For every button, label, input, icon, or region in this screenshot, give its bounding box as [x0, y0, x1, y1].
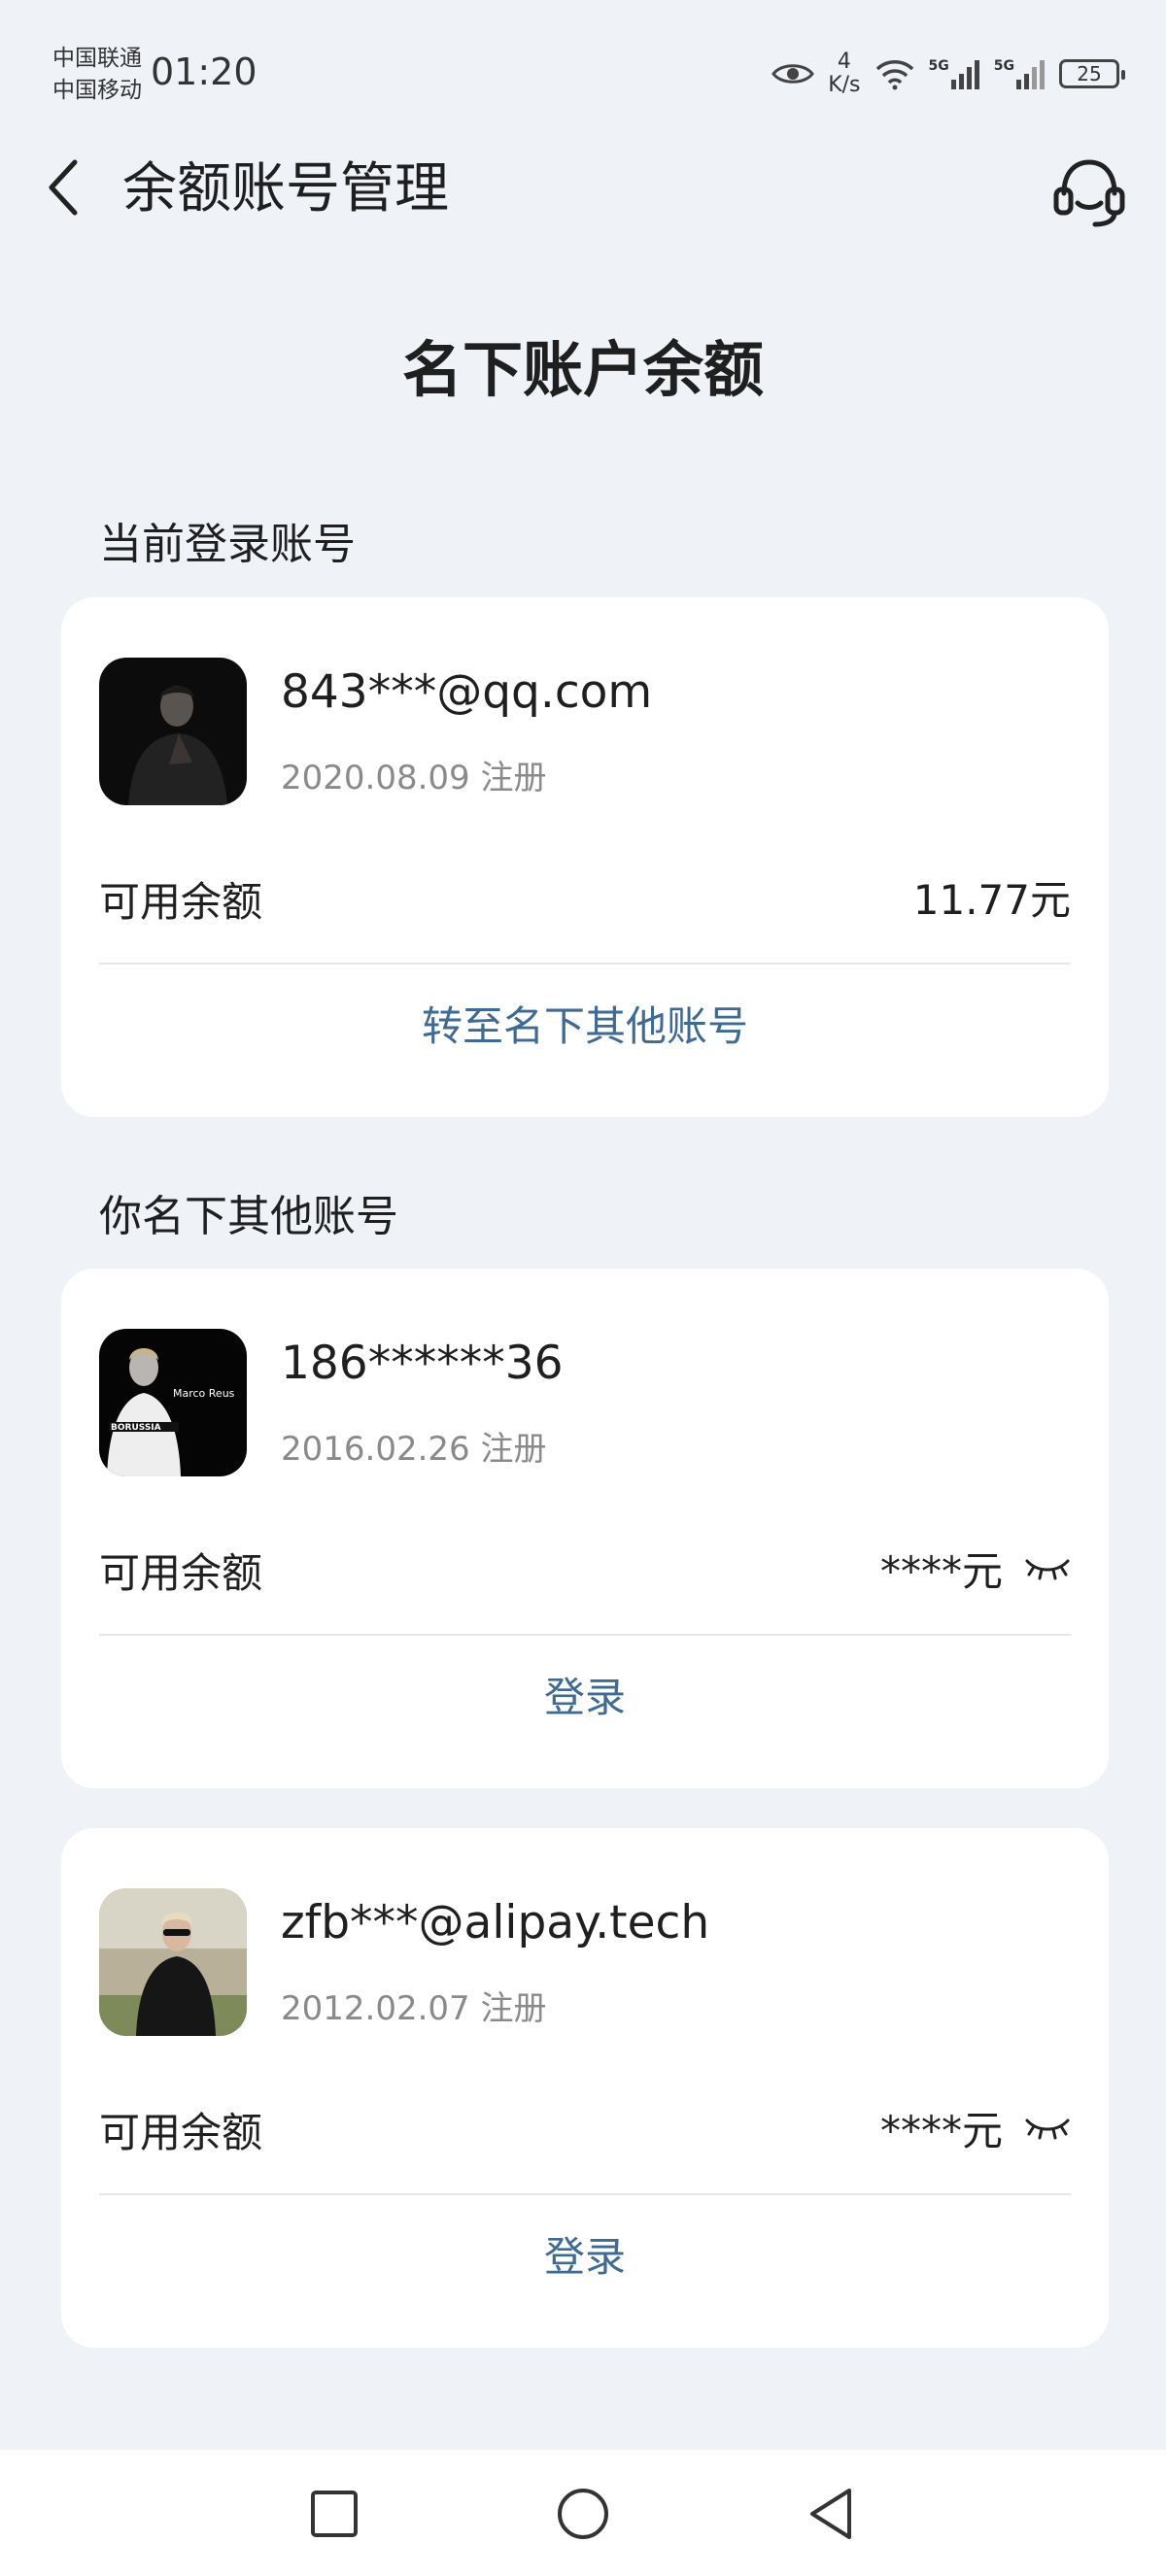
triangle-back-icon [810, 2489, 851, 2539]
status-bar: 中国联通 中国移动 01:20 4 K/s 5G 5G 25 [0, 0, 1166, 126]
circle-icon [558, 2489, 608, 2539]
battery-icon: 25 [1059, 59, 1125, 88]
balance-value-group: ****元 [880, 2098, 1071, 2157]
transfer-button[interactable]: 转至名下其他账号 [61, 994, 1109, 1053]
carrier-2: 中国移动 [52, 78, 142, 103]
signal-icon [1016, 60, 1045, 89]
recent-apps-button[interactable] [303, 2483, 365, 2545]
net-speed-value: 4 [837, 50, 851, 74]
wifi-icon [875, 60, 913, 90]
other-account-card: zfb***@alipay.tech 2012.02.07 注册 可用余额 **… [61, 1828, 1109, 2348]
other-accounts-section-label: 你名下其他账号 [99, 1192, 398, 1241]
avatar [99, 1888, 247, 2036]
current-account-card: 843***@qq.com 2020.08.09 注册 可用余额 11.77元 … [61, 597, 1109, 1117]
balance-value-group: 11.77元 [913, 867, 1071, 927]
account-name: 843***@qq.com [281, 665, 653, 719]
balance-value: 11.77元 [912, 876, 1071, 924]
net-speed-unit: K/s [828, 73, 861, 97]
page-title: 余额账号管理 [122, 157, 449, 220]
divider [99, 963, 1071, 965]
nav-bar: 余额账号管理 [0, 136, 1166, 243]
balance-value-group: ****元 [880, 1539, 1071, 1598]
carrier-labels: 中国联通 中国移动 [52, 43, 142, 107]
avatar: BORUSSIA Marco Reus [99, 1329, 247, 1476]
signal-icon [950, 60, 979, 89]
status-time: 01:20 [151, 51, 257, 93]
signal-1: 5G [929, 58, 980, 89]
square-icon [311, 2491, 358, 2537]
balance-value: ****元 [879, 2107, 1003, 2154]
balance-value: ****元 [879, 1547, 1003, 1595]
balance-label: 可用余额 [99, 2109, 263, 2156]
eye-closed-icon[interactable] [1024, 1554, 1071, 1583]
current-account-section-label: 当前登录账号 [99, 520, 356, 569]
home-button[interactable] [552, 2483, 614, 2545]
other-account-card: BORUSSIA Marco Reus 186******36 2016.02.… [61, 1269, 1109, 1788]
headset-icon [1053, 159, 1125, 227]
status-icons: 4 K/s 5G 5G 25 [772, 47, 1125, 101]
login-button[interactable]: 登录 [61, 1665, 1109, 1724]
account-name: 186******36 [281, 1337, 564, 1390]
system-nav-bar [0, 2450, 1166, 2576]
balance-label: 可用余额 [99, 1549, 263, 1597]
signal-2-label: 5G [993, 58, 1014, 74]
carrier-1: 中国联通 [52, 46, 142, 71]
net-speed: 4 K/s [828, 51, 860, 97]
back-nav-button[interactable] [801, 2483, 863, 2545]
login-button[interactable]: 登录 [61, 2224, 1109, 2284]
chevron-left-icon [49, 159, 78, 216]
battery-level: 25 [1077, 62, 1102, 85]
avatar [99, 658, 247, 805]
page-heading: 名下账户余额 [401, 334, 764, 405]
account-register-date: 2016.02.26 注册 [281, 1430, 547, 1469]
signal-1-label: 5G [928, 58, 949, 74]
account-register-date: 2020.08.09 注册 [281, 759, 547, 797]
divider [99, 2193, 1071, 2195]
eye-closed-icon[interactable] [1024, 2114, 1071, 2143]
divider [99, 1634, 1071, 1636]
customer-service-button[interactable] [1047, 150, 1131, 233]
eye-icon [772, 64, 815, 84]
avatar-text-borussia: BORUSSIA [111, 1423, 161, 1433]
account-name: zfb***@alipay.tech [281, 1896, 710, 1949]
avatar-text-name: Marco Reus [173, 1387, 235, 1400]
signal-2: 5G [994, 58, 1046, 89]
account-register-date: 2012.02.07 注册 [281, 1989, 547, 2028]
back-button[interactable] [29, 153, 97, 221]
balance-label: 可用余额 [99, 878, 263, 926]
